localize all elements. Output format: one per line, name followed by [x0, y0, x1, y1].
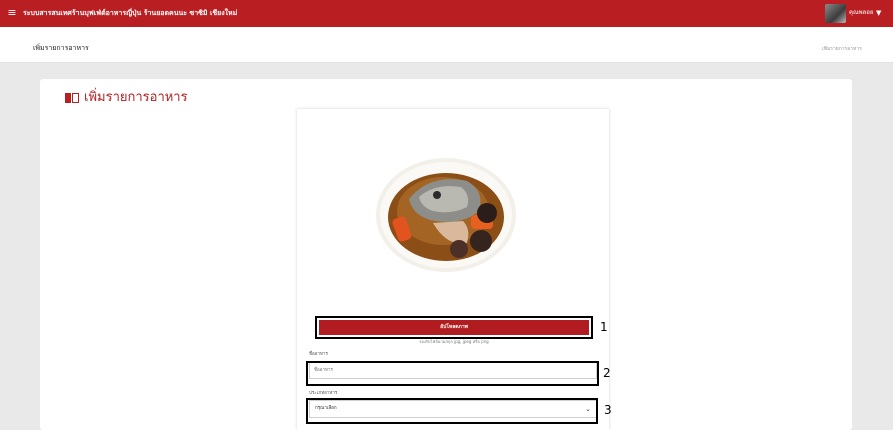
annotation-label-1: 1: [600, 320, 608, 334]
book-icon: [65, 93, 79, 103]
annotation-box-2: [306, 361, 599, 386]
upload-hint: รองรับไฟล์นามสกุล jpg, jpeg หรือ png: [419, 339, 489, 344]
food-name-label: ชื่ออาหาร: [309, 352, 328, 357]
breadcrumb[interactable]: เพิ่มรายการอาหาร: [822, 45, 862, 53]
food-type-label: ประเภทอาหาร: [309, 391, 338, 396]
card-title: เพิ่มรายการอาหาร: [65, 89, 188, 107]
page-title: เพิ่มรายการอาหาร: [33, 44, 89, 52]
card-title-text: เพิ่มรายการอาหาร: [84, 90, 188, 105]
chevron-down-icon[interactable]: ▼: [876, 8, 881, 18]
food-image: [376, 158, 516, 272]
annotation-box-3: [306, 398, 598, 424]
annotation-box-1: [315, 316, 593, 339]
page-header: เพิ่มรายการอาหาร เพิ่มรายการอาหาร: [0, 27, 893, 63]
top-navbar: ≡ ระบบสารสนเทศร้านบุฟเฟ่ต์อาหารญี่ปุ่น ร…: [0, 0, 893, 27]
annotation-label-2: 2: [603, 366, 611, 380]
app-title: ระบบสารสนเทศร้านบุฟเฟ่ต์อาหารญี่ปุ่น ร้า…: [23, 9, 238, 17]
annotation-label-3: 3: [604, 403, 612, 417]
user-name[interactable]: คุณพลอย: [849, 8, 873, 18]
hamburger-menu-icon[interactable]: ≡: [6, 6, 18, 20]
avatar[interactable]: [825, 4, 846, 23]
